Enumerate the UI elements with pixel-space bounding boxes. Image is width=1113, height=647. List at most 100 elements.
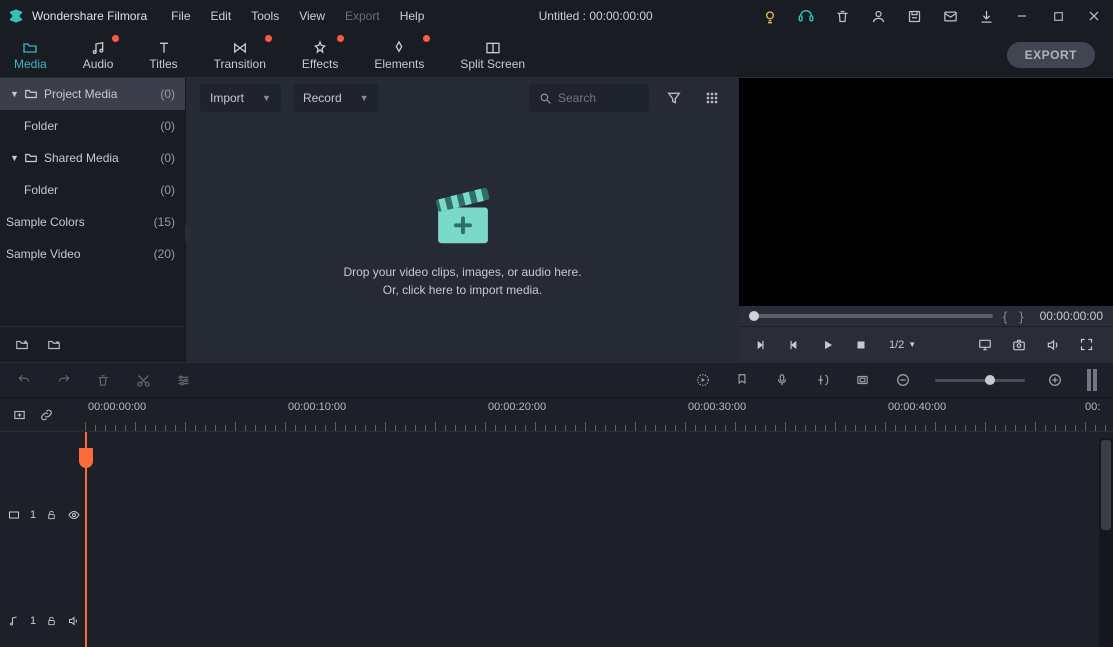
- menu-tools[interactable]: Tools: [243, 5, 287, 27]
- media-drop-zone[interactable]: Drop your video clips, images, or audio …: [186, 118, 739, 362]
- voiceover-icon[interactable]: [775, 372, 793, 388]
- eye-icon[interactable]: [67, 509, 81, 521]
- delete-folder-icon[interactable]: [46, 338, 62, 352]
- sidebar-shared-media[interactable]: ▼ Shared Media (0): [0, 142, 185, 174]
- zoom-in-icon[interactable]: [1047, 372, 1065, 388]
- timeline-ruler[interactable]: 00:00:00:00 00:00:10:00 00:00:20:00 00:0…: [0, 398, 1113, 432]
- tab-elements[interactable]: Elements: [370, 37, 428, 73]
- preview-controls: 1/2▼: [739, 326, 1113, 362]
- search-box[interactable]: [529, 84, 649, 112]
- tab-effects[interactable]: Effects: [298, 37, 342, 73]
- save-icon[interactable]: [903, 5, 925, 27]
- stop-icon[interactable]: [855, 339, 875, 351]
- export-button[interactable]: EXPORT: [1007, 42, 1095, 68]
- snapshot-icon[interactable]: [1011, 338, 1031, 352]
- delete-icon[interactable]: [96, 373, 114, 388]
- titlebar-actions: [759, 5, 1105, 27]
- titlebar: Wondershare Filmora File Edit Tools View…: [0, 0, 1113, 32]
- crop-icon[interactable]: [855, 373, 873, 387]
- search-input[interactable]: [558, 91, 638, 105]
- timeline-track-video[interactable]: 1: [0, 492, 1095, 538]
- preview-seekbar-row: { } 00:00:00:00: [739, 306, 1113, 326]
- undo-icon[interactable]: [16, 373, 34, 387]
- chevron-down-icon: ▼: [360, 93, 369, 103]
- tab-titles[interactable]: Titles: [145, 37, 181, 73]
- playback-quality[interactable]: 1/2▼: [889, 339, 916, 351]
- fullscreen-icon[interactable]: [1079, 337, 1099, 352]
- timeline-tracks[interactable]: 1 1: [0, 432, 1095, 647]
- tab-split-screen[interactable]: Split Screen: [456, 37, 529, 73]
- sidebar-sample-video[interactable]: Sample Video (20): [0, 238, 185, 270]
- sidebar-item-label: Folder: [24, 119, 160, 133]
- tips-icon[interactable]: [759, 5, 781, 27]
- media-panel: Import ▼ Record ▼ Drop your vide: [185, 78, 739, 362]
- zoom-fit-icon[interactable]: [1087, 369, 1097, 391]
- mark-out-icon[interactable]: }: [1017, 309, 1025, 324]
- message-icon[interactable]: [939, 5, 961, 27]
- seek-slider[interactable]: [749, 314, 993, 318]
- ruler-time: 00:00:30:00: [688, 401, 746, 413]
- sidebar-item-label: Sample Colors: [6, 215, 154, 229]
- display-icon[interactable]: [977, 338, 997, 352]
- timeline: 00:00:00:00 00:00:10:00 00:00:20:00 00:0…: [0, 398, 1113, 647]
- maximize-icon[interactable]: [1047, 5, 1069, 27]
- ruler-time: 00:00:00:00: [88, 401, 146, 413]
- sidebar-project-folder[interactable]: Folder (0): [0, 110, 185, 142]
- render-icon[interactable]: [695, 372, 713, 388]
- menu-edit[interactable]: Edit: [203, 5, 240, 27]
- timeline-scrollbar[interactable]: [1099, 438, 1113, 647]
- filter-icon[interactable]: [661, 85, 687, 111]
- track-header: 1: [0, 598, 80, 644]
- marker-icon[interactable]: [735, 372, 753, 388]
- lock-icon[interactable]: [46, 509, 57, 521]
- add-track-icon[interactable]: [12, 408, 27, 422]
- preview-timecode: 00:00:00:00: [1040, 309, 1103, 323]
- minimize-icon[interactable]: [1011, 5, 1033, 27]
- dropdown-label: Record: [303, 91, 342, 105]
- timeline-track-audio[interactable]: 1: [0, 598, 1095, 644]
- zoom-slider[interactable]: [935, 379, 1025, 382]
- audio-mixer-icon[interactable]: [815, 373, 833, 387]
- redo-icon[interactable]: [56, 373, 74, 387]
- lock-icon[interactable]: [46, 615, 57, 627]
- trash-icon[interactable]: [831, 5, 853, 27]
- link-icon[interactable]: [39, 408, 54, 422]
- menu-view[interactable]: View: [291, 5, 333, 27]
- timeline-track-empty: [0, 432, 1095, 492]
- close-icon[interactable]: [1083, 5, 1105, 27]
- sidebar-project-media[interactable]: ▼ Project Media (0): [0, 78, 185, 110]
- record-dropdown[interactable]: Record ▼: [293, 84, 379, 112]
- settings-sliders-icon[interactable]: [176, 373, 194, 388]
- step-forward-icon[interactable]: [787, 338, 807, 352]
- mark-in-icon[interactable]: {: [1001, 309, 1009, 324]
- volume-icon[interactable]: [1045, 338, 1065, 352]
- tab-audio[interactable]: Audio: [79, 37, 118, 73]
- sidebar-shared-folder[interactable]: Folder (0): [0, 174, 185, 206]
- video-track-icon: [8, 509, 20, 521]
- mute-icon[interactable]: [67, 615, 80, 627]
- play-icon[interactable]: [821, 338, 841, 352]
- cut-icon[interactable]: [136, 373, 154, 388]
- tab-label: Audio: [83, 57, 114, 71]
- step-back-icon[interactable]: [753, 338, 773, 352]
- support-icon[interactable]: [795, 5, 817, 27]
- clapperboard-icon: [423, 181, 503, 251]
- playhead[interactable]: [85, 432, 87, 647]
- tab-media[interactable]: Media: [10, 37, 51, 73]
- download-icon[interactable]: [975, 5, 997, 27]
- menu-help[interactable]: Help: [392, 5, 433, 27]
- tab-transition[interactable]: Transition: [210, 37, 270, 73]
- sidebar-sample-colors[interactable]: Sample Colors (15): [0, 206, 185, 238]
- import-dropdown[interactable]: Import ▼: [200, 84, 281, 112]
- sidebar-item-count: (0): [160, 183, 175, 197]
- account-icon[interactable]: [867, 5, 889, 27]
- sidebar-item-label: Folder: [24, 183, 160, 197]
- new-folder-icon[interactable]: [14, 338, 30, 352]
- menu-export[interactable]: Export: [337, 5, 388, 27]
- grid-view-icon[interactable]: [699, 85, 725, 111]
- elements-icon: [387, 39, 411, 57]
- effects-icon: [308, 39, 332, 57]
- zoom-out-icon[interactable]: [895, 372, 913, 388]
- menu-file[interactable]: File: [163, 5, 198, 27]
- preview-viewport[interactable]: [739, 78, 1113, 306]
